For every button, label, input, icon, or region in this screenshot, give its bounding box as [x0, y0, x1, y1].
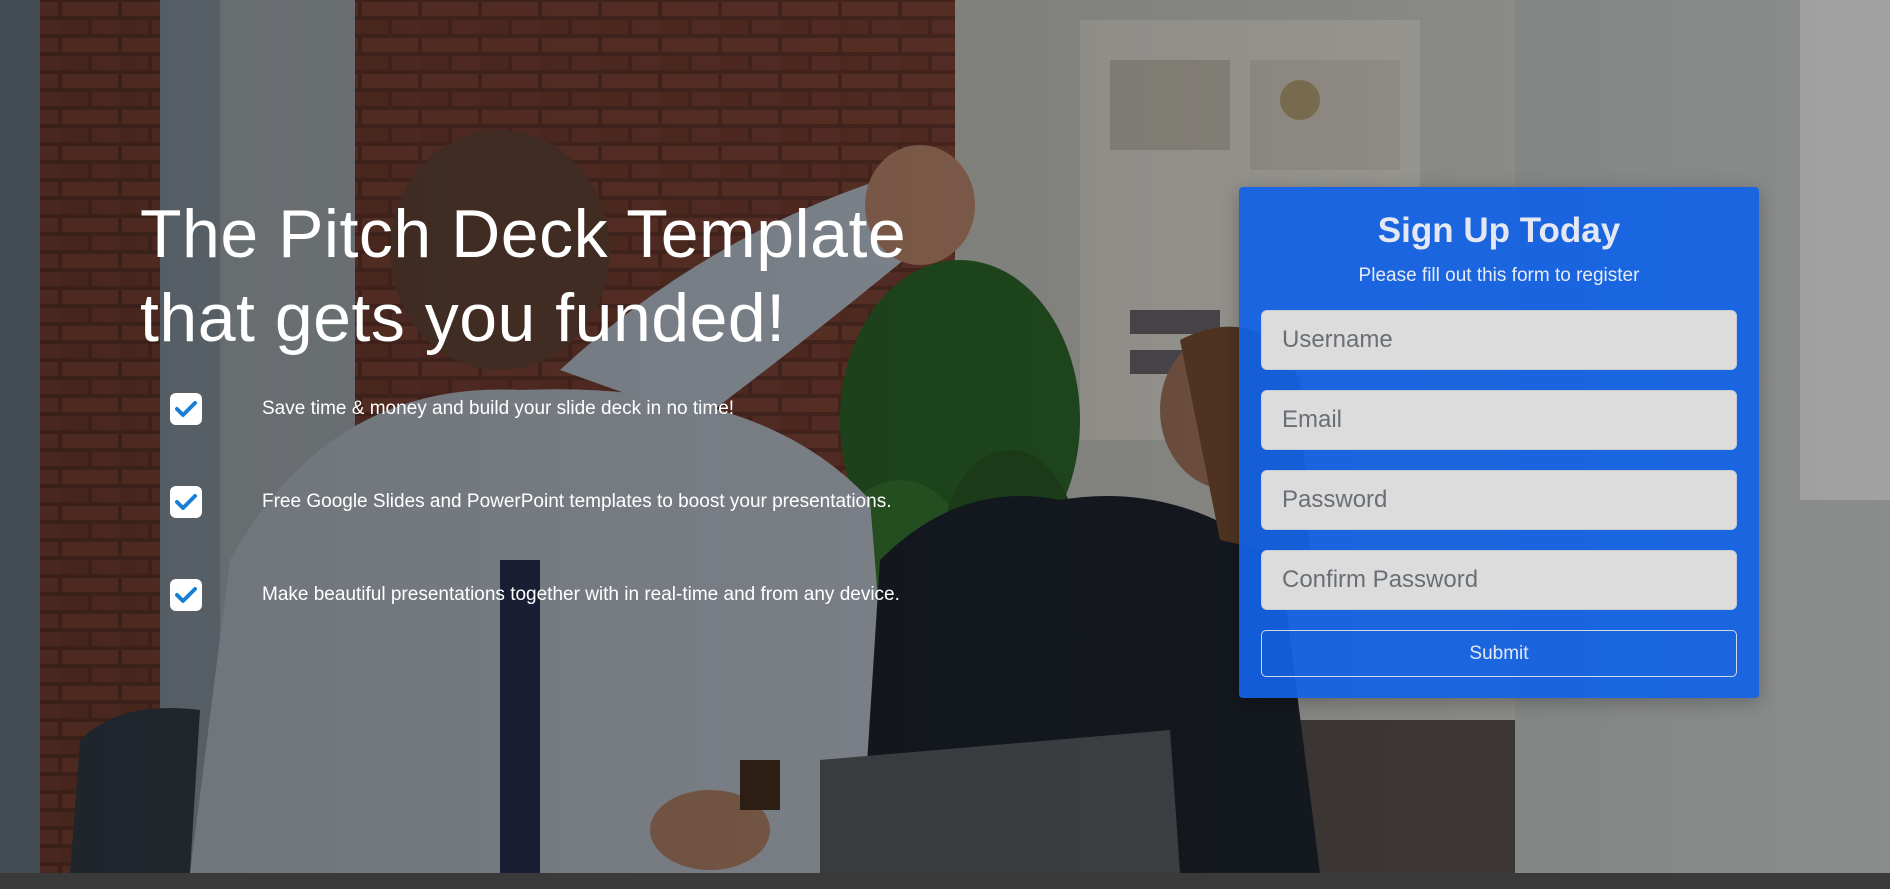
signup-form: Sign Up Today Please fill out this form …	[1239, 187, 1759, 698]
confirm-password-input[interactable]	[1261, 550, 1737, 610]
headline-emphasis: Pitch Deck Template	[278, 196, 907, 272]
signup-title: Sign Up Today	[1377, 211, 1621, 250]
password-input[interactable]	[1261, 470, 1737, 530]
hero-section: The Pitch Deck Template that gets you fu…	[0, 0, 1890, 873]
feature-text: Save time & money and build your slide d…	[262, 398, 735, 419]
headline-line-2: that gets you funded!	[140, 280, 786, 356]
feature-item: Save time & money and build your slide d…	[170, 392, 1030, 426]
headline-line-1: The Pitch Deck Template	[140, 192, 1020, 276]
check-icon	[170, 393, 202, 425]
hero-headline: The Pitch Deck Template that gets you fu…	[140, 192, 1020, 360]
email-input[interactable]	[1261, 390, 1737, 450]
feature-text: Make beautiful presentations together wi…	[262, 584, 900, 605]
check-icon	[170, 486, 202, 518]
feature-text: Free Google Slides and PowerPoint templa…	[262, 491, 892, 512]
check-icon	[170, 579, 202, 611]
submit-button[interactable]: Submit	[1261, 630, 1737, 677]
username-input[interactable]	[1261, 310, 1737, 370]
signup-subtitle: Please fill out this form to register	[1358, 265, 1640, 286]
page-bottom-strip	[0, 873, 1890, 889]
feature-item: Make beautiful presentations together wi…	[170, 578, 1030, 612]
headline-prefix: The	[140, 196, 279, 272]
feature-item: Free Google Slides and PowerPoint templa…	[170, 485, 1030, 519]
